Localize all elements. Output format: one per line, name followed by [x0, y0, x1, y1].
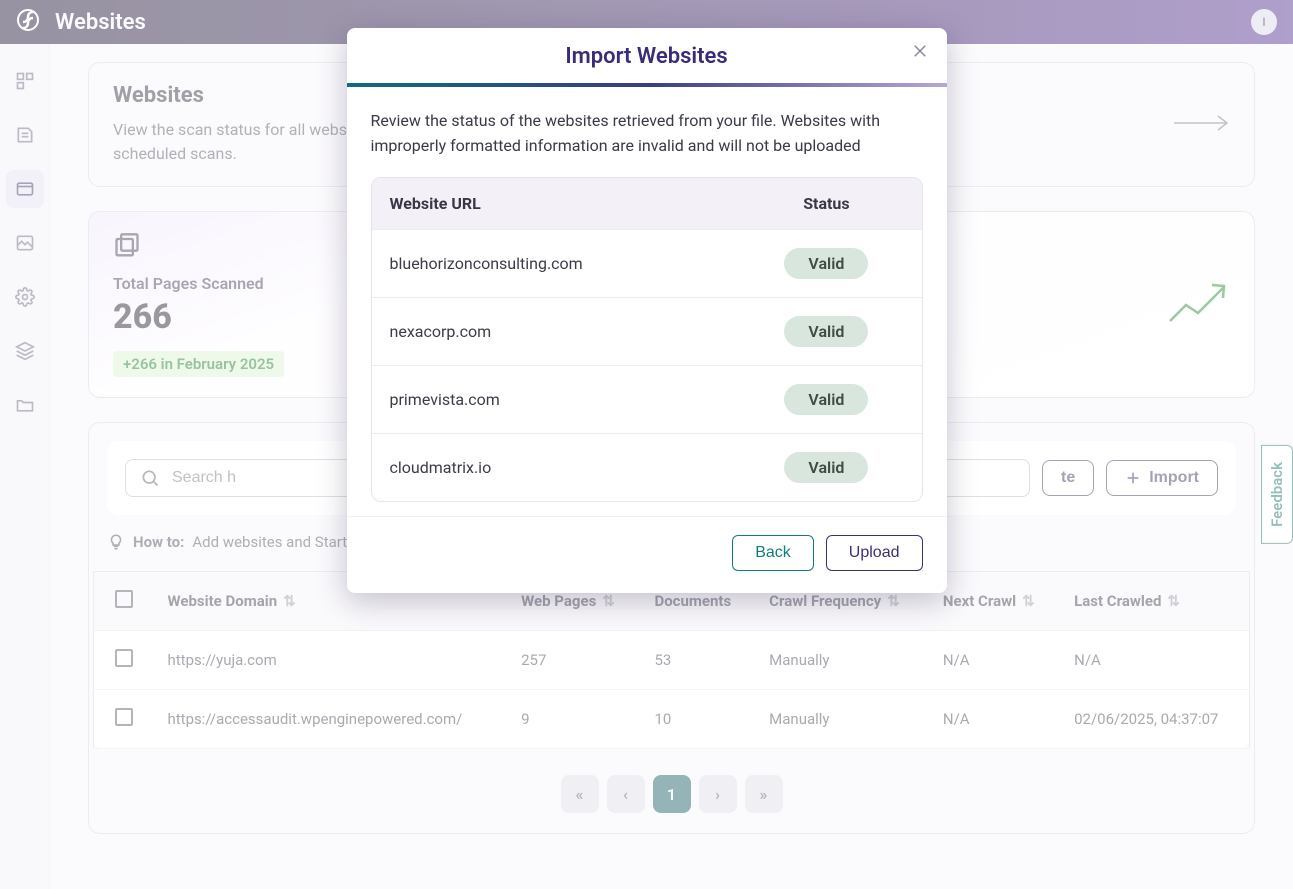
import-row: bluehorizonconsulting.com Valid: [372, 229, 922, 297]
import-row: cloudmatrix.io Valid: [372, 433, 922, 501]
status-badge: Valid: [784, 452, 868, 483]
upload-button[interactable]: Upload: [826, 535, 923, 571]
col-status: Status: [749, 194, 903, 213]
modal-desc: Review the status of the websites retrie…: [371, 109, 923, 159]
status-badge: Valid: [784, 384, 868, 415]
status-badge: Valid: [784, 316, 868, 347]
import-modal: Import Websites Review the status of the…: [347, 28, 947, 593]
modal-title: Import Websites: [371, 44, 923, 69]
import-table: Website URL Status bluehorizonconsulting…: [371, 177, 923, 502]
modal-overlay: Import Websites Review the status of the…: [0, 0, 1293, 889]
back-button[interactable]: Back: [732, 535, 814, 571]
import-row: nexacorp.com Valid: [372, 297, 922, 365]
status-badge: Valid: [784, 248, 868, 279]
import-row: primevista.com Valid: [372, 365, 922, 433]
col-url: Website URL: [390, 194, 750, 213]
close-icon[interactable]: [911, 42, 929, 64]
